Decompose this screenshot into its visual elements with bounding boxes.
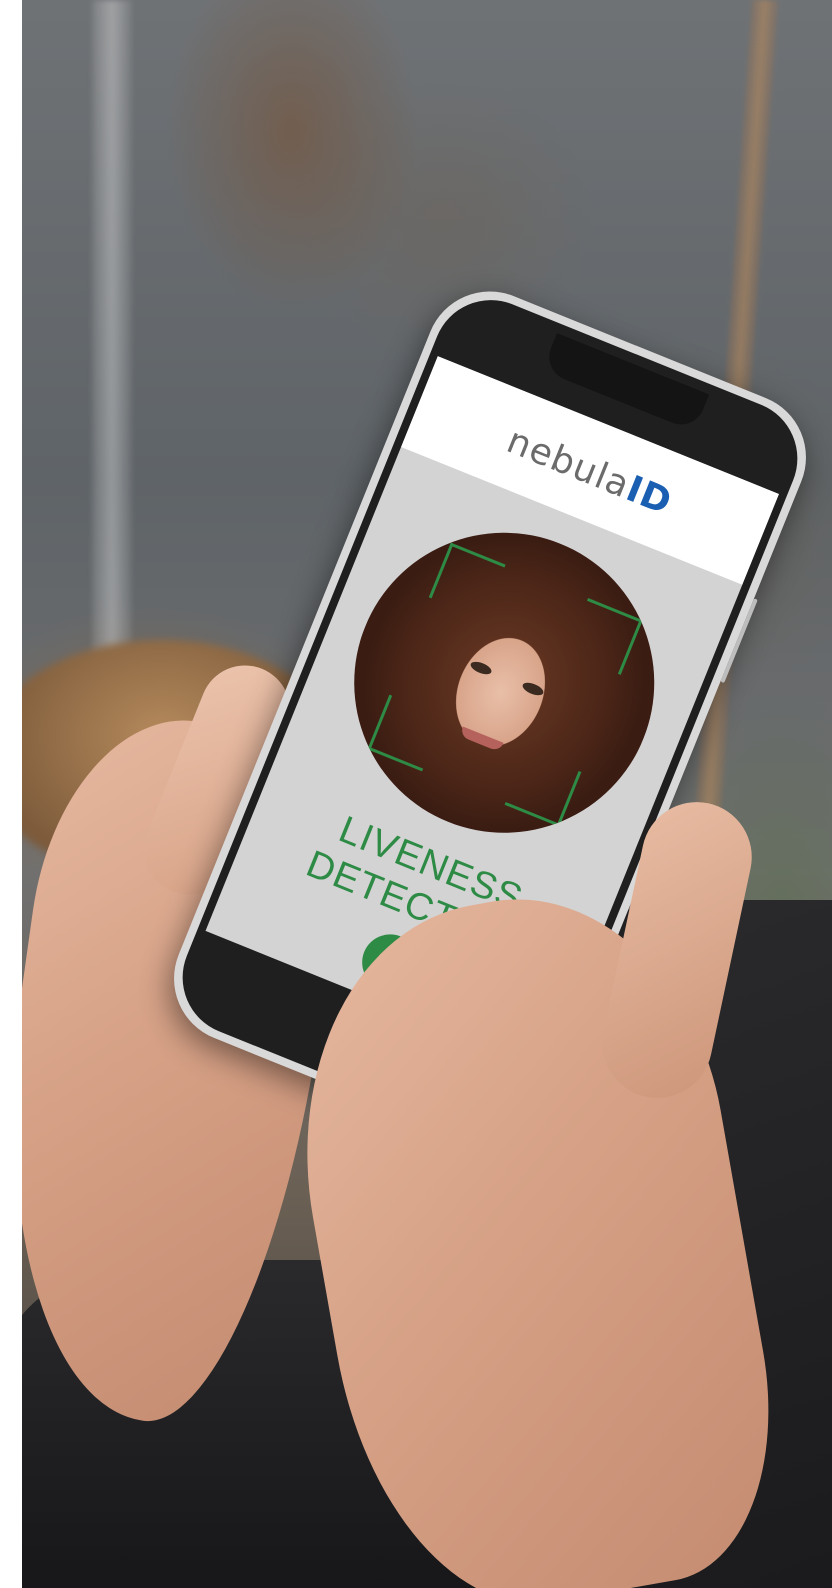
brand-name: nebula — [501, 420, 636, 507]
face-mouth — [459, 726, 504, 753]
left-margin — [0, 0, 22, 1588]
face-frame-corner-top-left — [428, 542, 506, 620]
background-glass-pole — [92, 0, 132, 700]
photo-stage: nebulaID LIVENESS DETECTION — [0, 0, 832, 1588]
face-right-eye — [520, 680, 546, 698]
background-photo: nebulaID LIVENESS DETECTION — [22, 0, 832, 1588]
brand-logo: nebulaID — [411, 384, 768, 560]
face-left-eye — [469, 659, 494, 677]
face-frame-corner-bottom-right — [504, 750, 582, 827]
face-frame-corner-top-right — [565, 598, 643, 675]
face-frame-corner-bottom-left — [367, 694, 445, 772]
